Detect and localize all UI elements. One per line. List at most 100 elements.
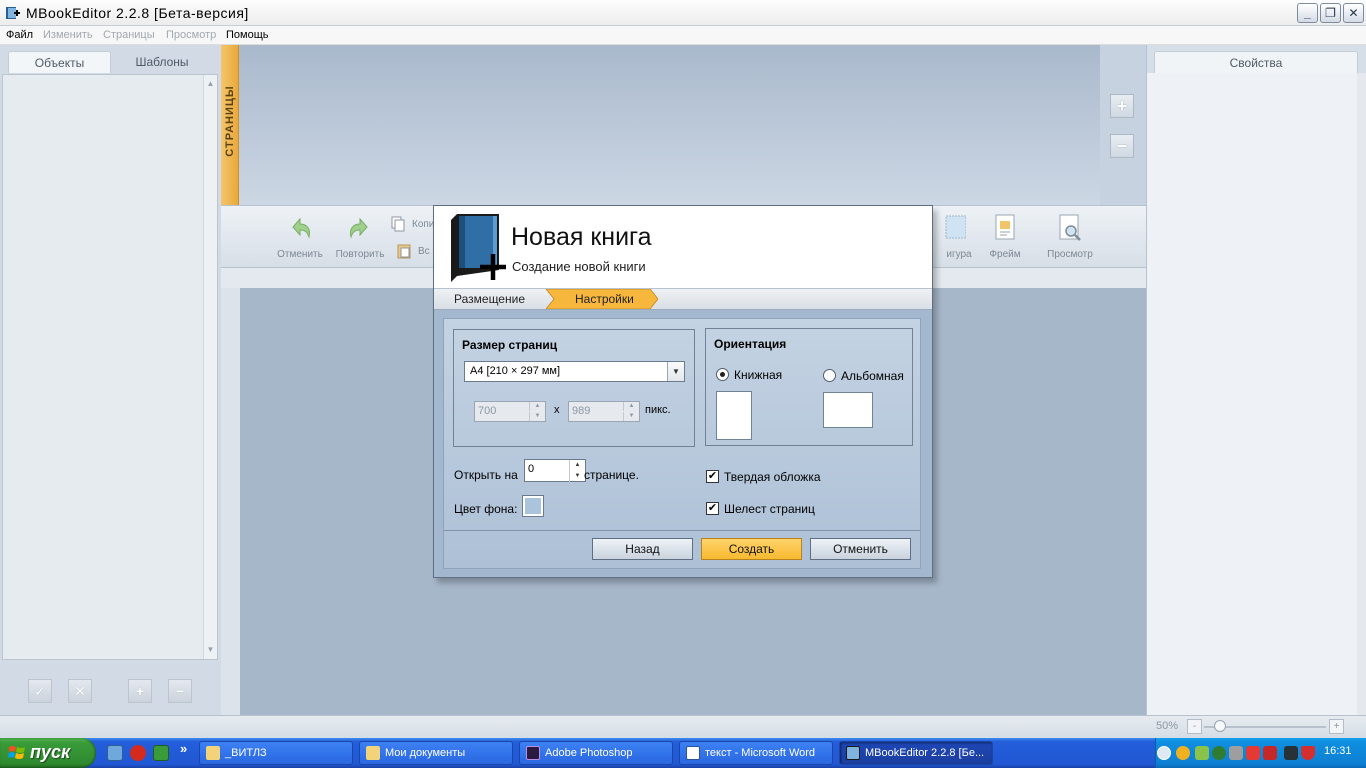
- spin-up-icon[interactable]: ▲: [623, 402, 639, 411]
- paste-label[interactable]: Вс: [418, 246, 430, 257]
- ruler-left: [221, 288, 240, 715]
- task-label: MBookEditor 2.2.8 [Бе...: [865, 747, 985, 759]
- undo-icon: [292, 217, 310, 239]
- task-my-documents[interactable]: Мои документы: [359, 741, 513, 765]
- open-page-value: 0: [528, 463, 535, 475]
- close-icon: ✕: [1348, 6, 1359, 20]
- background-color-picker[interactable]: [522, 495, 544, 517]
- page-size-select[interactable]: A4 [210 × 297 мм] ▼: [464, 361, 685, 382]
- tray-app-icon[interactable]: [1212, 746, 1226, 760]
- photoshop-icon: [526, 746, 540, 760]
- tray-shield-icon[interactable]: [1301, 746, 1315, 760]
- landscape-preview[interactable]: [823, 392, 873, 428]
- tray-network-icon[interactable]: [1284, 746, 1298, 760]
- frame-label: Фрейм: [989, 249, 1021, 260]
- menu-file[interactable]: Файл: [6, 28, 33, 42]
- dialog-subtitle: Создание новой книги: [512, 259, 646, 274]
- redo-icon: [350, 217, 368, 239]
- frame-button[interactable]: Фрейм: [975, 213, 1035, 260]
- task-word[interactable]: текст - Microsoft Word: [679, 741, 833, 765]
- scroll-down-icon[interactable]: ▼: [204, 643, 217, 657]
- add-button[interactable]: +: [128, 679, 152, 703]
- zoom-slider-thumb[interactable]: [1214, 720, 1226, 732]
- page-height-input[interactable]: 989 ▲ ▼: [568, 401, 640, 422]
- tab-templates[interactable]: Шаблоны: [112, 51, 212, 73]
- create-button[interactable]: Создать: [701, 538, 802, 560]
- frame-icon: [995, 214, 1015, 240]
- tab-properties[interactable]: Свойства: [1154, 51, 1358, 73]
- properties-scrollbar[interactable]: [1357, 73, 1366, 715]
- open-page-input[interactable]: 0 ▲ ▼: [524, 459, 586, 482]
- zoom-out-button[interactable]: -: [1187, 719, 1202, 734]
- dimension-unit: пикс.: [645, 404, 671, 416]
- quicklaunch-more-icon[interactable]: »: [180, 741, 187, 756]
- portrait-label[interactable]: Книжная: [734, 368, 782, 382]
- menu-view[interactable]: Просмотр: [166, 28, 216, 42]
- page-rustle-checkbox[interactable]: ✔: [706, 502, 719, 515]
- back-button[interactable]: Назад: [592, 538, 693, 560]
- quicklaunch-ie-icon[interactable]: [107, 745, 123, 761]
- objects-scrollbar[interactable]: ▲ ▼: [203, 75, 217, 659]
- delete-button[interactable]: ✕: [68, 679, 92, 703]
- copy-label[interactable]: Копи: [412, 219, 434, 230]
- tray-app-icon[interactable]: [1229, 746, 1243, 760]
- minimize-button[interactable]: _: [1297, 3, 1318, 23]
- dialog-separator: [444, 530, 920, 531]
- page-width-value: 700: [478, 405, 497, 417]
- redo-button[interactable]: Повторить: [330, 213, 390, 260]
- dialog-title: Новая книга: [511, 223, 652, 251]
- page-height-value: 989: [572, 405, 591, 417]
- hard-cover-label[interactable]: Твердая обложка: [724, 470, 821, 484]
- properties-body: [1147, 73, 1366, 715]
- task-photoshop[interactable]: Adobe Photoshop: [519, 741, 673, 765]
- zoom-in-button[interactable]: +: [1329, 719, 1344, 734]
- task-label: Adobe Photoshop: [545, 747, 633, 759]
- landscape-radio[interactable]: [823, 369, 836, 382]
- scroll-up-icon[interactable]: ▲: [204, 77, 217, 91]
- task-label: Мои документы: [385, 747, 466, 759]
- pages-zoom-out-button[interactable]: −: [1110, 134, 1134, 158]
- step-placement[interactable]: Размещение: [454, 292, 525, 306]
- task-mbookeditor[interactable]: MBookEditor 2.2.8 [Бе...: [839, 741, 993, 765]
- tray-app-icon[interactable]: [1263, 746, 1277, 760]
- page-width-input[interactable]: 700 ▲ ▼: [474, 401, 546, 422]
- confirm-button[interactable]: ✓: [28, 679, 52, 703]
- spin-up-icon[interactable]: ▲: [569, 460, 585, 471]
- tray-app-icon[interactable]: [1176, 746, 1190, 760]
- tray-app-icon[interactable]: [1195, 746, 1209, 760]
- cancel-button[interactable]: Отменить: [810, 538, 911, 560]
- quicklaunch-opera-icon[interactable]: [130, 745, 146, 761]
- spin-up-icon[interactable]: ▲: [529, 402, 545, 411]
- step-settings[interactable]: Настройки: [575, 292, 634, 306]
- tray-expand-icon[interactable]: [1157, 746, 1171, 760]
- spin-down-icon[interactable]: ▼: [569, 471, 585, 482]
- pages-zoom-in-button[interactable]: +: [1110, 94, 1134, 118]
- portrait-radio[interactable]: [716, 368, 729, 381]
- hard-cover-checkbox[interactable]: ✔: [706, 470, 719, 483]
- spin-down-icon[interactable]: ▼: [529, 412, 545, 421]
- preview-label: Просмотр: [1047, 249, 1093, 260]
- pages-tab[interactable]: СТРАНИЦЫ: [221, 45, 239, 205]
- quicklaunch-app-icon[interactable]: [153, 745, 169, 761]
- preview-button[interactable]: Просмотр: [1040, 213, 1100, 260]
- shape-icon: [945, 215, 966, 239]
- chevron-down-icon[interactable]: ▼: [667, 362, 684, 381]
- window-title: MBookEditor 2.2.8 [Бета-версия]: [26, 5, 249, 21]
- undo-button[interactable]: Отменить: [270, 213, 330, 260]
- tray-app-icon[interactable]: [1246, 746, 1260, 760]
- page-size-group: Размер страниц A4 [210 × 297 мм] ▼ 700 ▲…: [453, 329, 695, 447]
- maximize-button[interactable]: ❐: [1320, 3, 1341, 23]
- menu-edit[interactable]: Изменить: [43, 28, 93, 42]
- tab-objects[interactable]: Объекты: [8, 51, 111, 73]
- menu-pages[interactable]: Страницы: [103, 28, 155, 42]
- landscape-label[interactable]: Альбомная: [841, 369, 904, 383]
- pages-zoom-panel: [1100, 45, 1146, 205]
- spin-down-icon[interactable]: ▼: [623, 412, 639, 421]
- portrait-preview[interactable]: [716, 391, 752, 440]
- task-folder[interactable]: _ВИТЛЗ: [199, 741, 353, 765]
- page-rustle-label[interactable]: Шелест страниц: [724, 502, 815, 516]
- objects-list[interactable]: [2, 74, 218, 660]
- menu-help[interactable]: Помощь: [226, 28, 269, 42]
- close-button[interactable]: ✕: [1343, 3, 1364, 23]
- remove-button[interactable]: −: [168, 679, 192, 703]
